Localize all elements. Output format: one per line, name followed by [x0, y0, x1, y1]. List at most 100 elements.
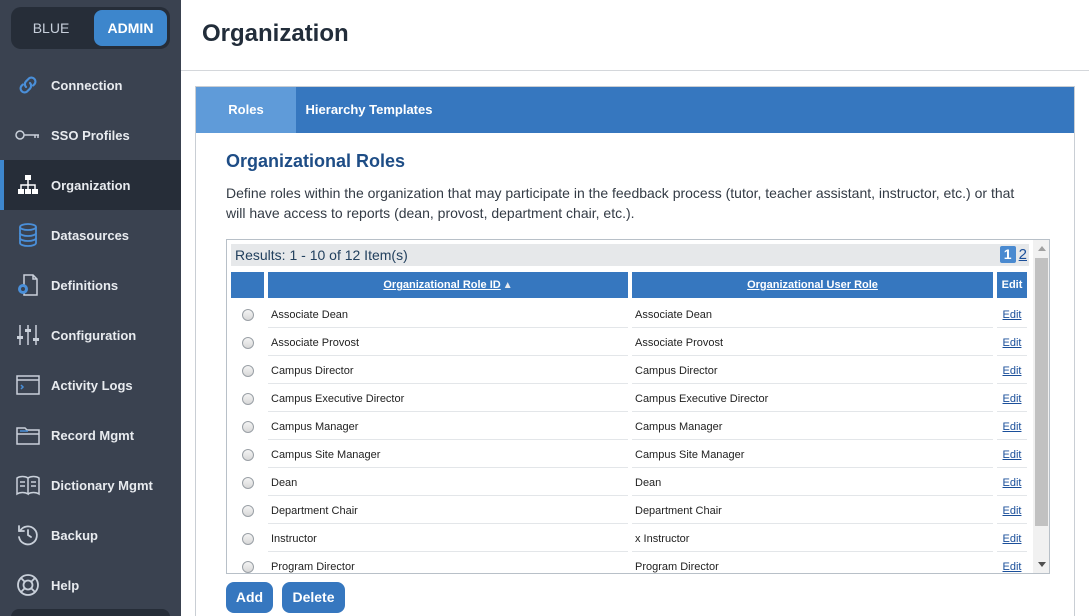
edit-cell: Edit — [997, 301, 1027, 328]
row-radio[interactable] — [241, 392, 254, 405]
sidebar-item-definitions[interactable]: Definitions — [0, 260, 181, 310]
edit-link[interactable]: Edit — [1003, 505, 1022, 517]
user-role-cell: Campus Site Manager — [632, 441, 993, 468]
row-select-cell — [231, 497, 264, 524]
row-radio[interactable] — [241, 420, 254, 433]
sidebar-item-label: Organization — [51, 177, 131, 193]
user-role-cell: x Instructor — [632, 525, 993, 552]
row-radio[interactable] — [241, 448, 254, 461]
sidebar-item-label: Activity Logs — [51, 377, 133, 393]
sidebar-item-activity-logs[interactable]: Activity Logs — [0, 360, 181, 410]
delete-button[interactable]: Delete — [282, 582, 345, 613]
sidebar-item-sso-profiles[interactable]: SSO Profiles — [0, 110, 181, 160]
select-column-header — [231, 272, 264, 298]
column-header-edit: Edit — [997, 272, 1027, 298]
scroll-down-icon[interactable] — [1033, 556, 1049, 573]
role-id-cell: Instructor — [268, 525, 628, 552]
role-id-cell: Campus Manager — [268, 413, 628, 440]
scroll-up-icon[interactable] — [1033, 240, 1049, 257]
role-id-cell: Dean — [268, 469, 628, 496]
role-id-cell: Campus Executive Director — [268, 385, 628, 412]
edit-link[interactable]: Edit — [1003, 561, 1022, 573]
sidebar-item-label: Record Mgmt — [51, 427, 135, 443]
edit-cell: Edit — [997, 469, 1027, 496]
edit-cell: Edit — [997, 385, 1027, 412]
mode-admin-button[interactable]: ADMIN — [94, 10, 167, 46]
sidebar-item-label: Connection — [51, 77, 123, 93]
user-role-cell: Dean — [632, 469, 993, 496]
row-radio[interactable] — [241, 532, 254, 545]
page-1-current[interactable]: 1 — [999, 246, 1016, 263]
sidebar-item-configuration[interactable]: Configuration — [0, 310, 181, 360]
row-select-cell — [231, 525, 264, 552]
mode-blue-button[interactable]: BLUE — [11, 7, 91, 49]
edit-cell: Edit — [997, 413, 1027, 440]
sort-ascending-icon: ▲ — [502, 280, 513, 291]
edit-cell: Edit — [997, 525, 1027, 552]
table-row: Associate Provost Associate Provost Edit — [231, 329, 1029, 357]
sidebar-item-label: Datasources — [51, 227, 130, 243]
scrollbar-thumb[interactable] — [1035, 258, 1048, 526]
grid-scrollbar[interactable] — [1033, 240, 1049, 573]
row-radio[interactable] — [241, 476, 254, 489]
role-id-cell: Associate Dean — [268, 301, 628, 328]
user-role-cell: Campus Manager — [632, 413, 993, 440]
row-radio[interactable] — [241, 504, 254, 517]
row-radio[interactable] — [241, 336, 254, 349]
book-icon — [15, 472, 41, 498]
user-role-cell: Department Chair — [632, 497, 993, 524]
row-radio[interactable] — [241, 560, 254, 573]
row-select-cell — [231, 441, 264, 468]
sidebar-item-record-mgmt[interactable]: Record Mgmt — [0, 410, 181, 460]
edit-link[interactable]: Edit — [1003, 337, 1022, 349]
edit-cell: Edit — [997, 329, 1027, 356]
sidebar-item-datasources[interactable]: Datasources — [0, 210, 181, 260]
edit-link[interactable]: Edit — [1003, 449, 1022, 461]
sidebar-item-organization[interactable]: Organization — [0, 160, 181, 210]
page-header: Organization — [181, 0, 1089, 71]
page-2-link[interactable]: 2 — [1019, 246, 1027, 263]
sidebar-item-dictionary-mgmt[interactable]: Dictionary Mgmt — [0, 460, 181, 510]
edit-link[interactable]: Edit — [1003, 533, 1022, 545]
user-role-cell: Associate Dean — [632, 301, 993, 328]
column-header-label: Organizational Role ID — [383, 279, 501, 291]
row-radio[interactable] — [241, 364, 254, 377]
database-icon — [15, 222, 41, 248]
add-button[interactable]: Add — [226, 582, 273, 613]
sidebar: BLUE ADMIN Connection SSO Profiles Organ… — [0, 0, 181, 616]
row-select-cell — [231, 413, 264, 440]
column-header-role-id[interactable]: Organizational Role ID ▲ — [268, 272, 628, 298]
table-row: Campus Site Manager Campus Site Manager … — [231, 441, 1029, 469]
edit-link[interactable]: Edit — [1003, 309, 1022, 321]
sidebar-item-backup[interactable]: Backup — [0, 510, 181, 560]
row-radio[interactable] — [241, 308, 254, 321]
page-title: Organization — [202, 20, 349, 47]
tab-hierarchy-templates[interactable]: Hierarchy Templates — [296, 87, 442, 133]
tab-bar: Roles Hierarchy Templates — [196, 87, 1074, 133]
edit-link[interactable]: Edit — [1003, 365, 1022, 377]
edit-cell: Edit — [997, 441, 1027, 468]
link-icon — [15, 72, 41, 98]
row-select-cell — [231, 329, 264, 356]
sidebar-item-label: Backup — [51, 527, 98, 543]
user-role-cell: Campus Director — [632, 357, 993, 384]
folder-icon — [15, 422, 41, 448]
row-select-cell — [231, 469, 264, 496]
edit-cell: Edit — [997, 553, 1027, 573]
table-row: Department Chair Department Chair Edit — [231, 497, 1029, 525]
table-row: Campus Manager Campus Manager Edit — [231, 413, 1029, 441]
edit-link[interactable]: Edit — [1003, 421, 1022, 433]
sidebar-item-connection[interactable]: Connection — [0, 60, 181, 110]
column-header-user-role[interactable]: Organizational User Role — [632, 272, 993, 298]
tab-roles[interactable]: Roles — [196, 87, 296, 133]
user-role-cell: Program Director — [632, 553, 993, 573]
edit-link[interactable]: Edit — [1003, 393, 1022, 405]
section-title: Organizational Roles — [226, 151, 406, 171]
history-icon — [15, 522, 41, 548]
role-id-cell: Campus Director — [268, 357, 628, 384]
sidebar-item-help[interactable]: Help — [0, 560, 181, 610]
edit-link[interactable]: Edit — [1003, 477, 1022, 489]
sidebar-item-label: Configuration — [51, 327, 137, 343]
pager: 1 2 — [999, 246, 1027, 263]
row-select-cell — [231, 553, 264, 573]
